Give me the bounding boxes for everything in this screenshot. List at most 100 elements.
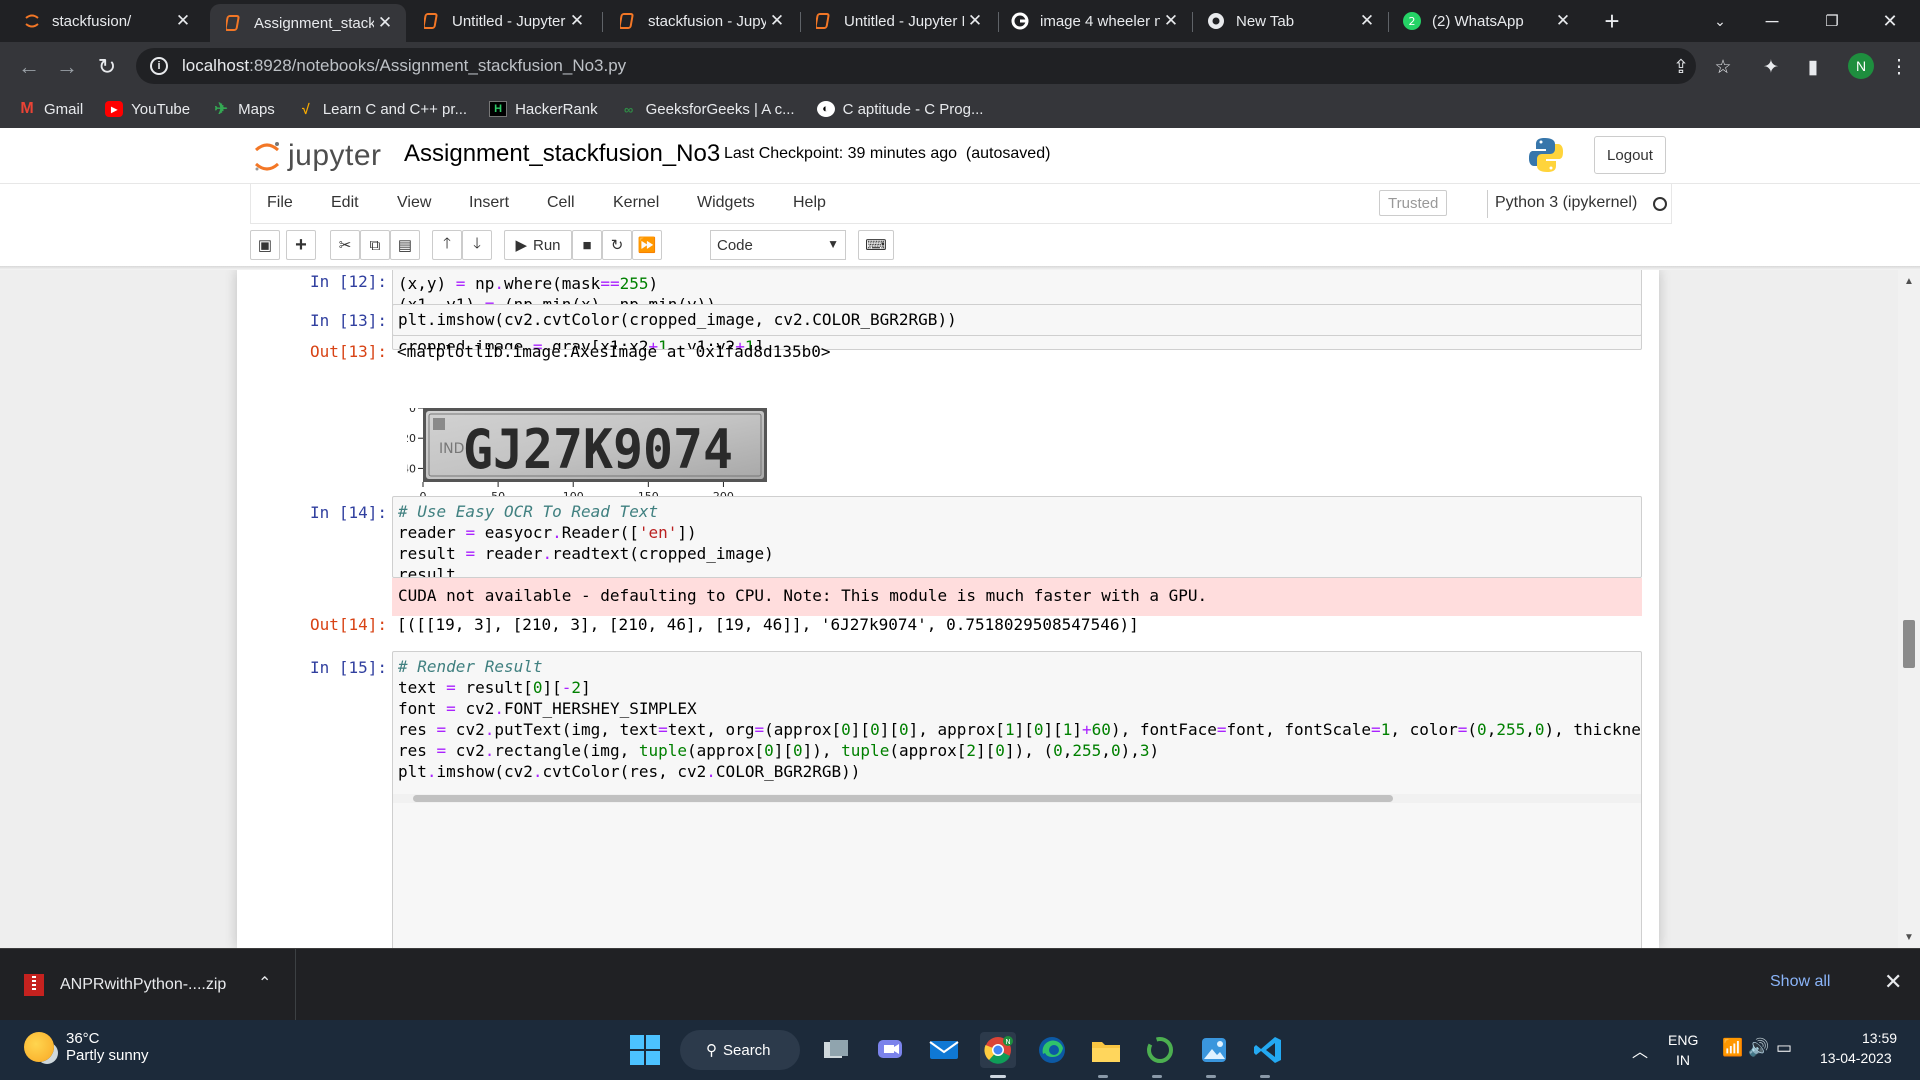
horizontal-scrollbar[interactable] [393,794,1641,803]
jupyter-app-icon[interactable] [1142,1032,1178,1068]
logout-button[interactable]: Logout [1594,136,1666,174]
tab-new-tab[interactable]: New Tab ✕ [1192,0,1388,42]
bookmark-star-icon[interactable]: ☆ [1708,52,1738,82]
move-down-button[interactable]: 🡓 [462,230,492,260]
tab-google-search[interactable]: image 4 wheeler number plate ✕ [996,0,1192,42]
vscode-icon[interactable] [1250,1032,1286,1068]
bookmark-learn-c[interactable]: √ Learn C and C++ pr... [297,101,467,118]
download-item[interactable]: ANPRwithPython-....zip [0,949,296,1021]
address-bar[interactable]: i localhost:8928/notebooks/Assignment_st… [136,48,1696,84]
run-button[interactable]: ▶ Run [504,230,572,260]
mail-icon[interactable] [926,1032,962,1068]
code-editor[interactable]: # Render Result text = result[0][-2] fon… [393,652,1641,786]
language-indicator[interactable]: ENG [1668,1032,1698,1048]
restore-button[interactable]: ❐ [1804,0,1860,42]
code-cell-14[interactable]: # Use Easy OCR To Read Text reader = eas… [392,496,1642,578]
tab-stackfusion-jupyter[interactable]: stackfusion - Jupyter ✕ [604,0,798,42]
tab-stackfusion[interactable]: stackfusion/ ✕ [8,0,204,42]
menu-edit[interactable]: Edit [331,194,359,212]
menu-insert[interactable]: Insert [469,194,509,212]
scroll-up-icon[interactable]: ▲ [1904,276,1914,287]
kernel-name[interactable]: Python 3 (ipykernel) [1495,194,1637,212]
extensions-icon[interactable]: ✦ [1756,52,1786,82]
menu-widgets[interactable]: Widgets [697,194,755,212]
close-icon[interactable]: ✕ [1160,11,1182,31]
page-scrollbar[interactable]: ▲ ▼ [1898,270,1920,948]
interrupt-button[interactable]: ■ [572,230,602,260]
bookmark-c-aptitude[interactable]: ◐ C aptitude - C Prog... [816,101,983,118]
tab-search-button[interactable]: ⌄ [1692,0,1748,42]
new-tab-button[interactable]: + [1584,0,1640,42]
chevron-up-icon[interactable]: ︿ [1632,1038,1648,1062]
menu-icon[interactable]: ⋮ [1884,52,1914,82]
share-icon[interactable]: ⇪ [1666,52,1696,82]
save-button[interactable]: ▣ [250,230,280,260]
tab-assignment[interactable]: Assignment_stackfusion_No3 ✕ [210,4,406,42]
info-icon[interactable]: i [150,57,168,75]
code-cell-15[interactable]: # Render Result text = result[0][-2] fon… [392,651,1642,948]
close-icon[interactable]: ✕ [766,11,788,31]
volume-icon[interactable]: 🔊 [1748,1038,1769,1058]
taskbar-search[interactable]: ⚲ Search [680,1030,800,1070]
command-palette-button[interactable]: ⌨ [858,230,894,260]
chrome-taskbar-icon[interactable]: N [980,1032,1016,1068]
task-view-icon[interactable] [818,1032,854,1068]
restart-run-all-button[interactable]: ⏩ [632,230,662,260]
trusted-indicator[interactable]: Trusted [1379,190,1448,216]
clock-time[interactable]: 13:59 [1862,1030,1897,1046]
start-button[interactable] [630,1035,660,1065]
insert-cell-button[interactable]: + [286,230,316,260]
side-panel-icon[interactable]: ▮ [1798,52,1828,82]
show-all-downloads-link[interactable]: Show all [1770,973,1830,991]
bookmark-youtube[interactable]: ▶ YouTube [105,101,190,118]
menu-cell[interactable]: Cell [547,194,575,212]
close-icon[interactable]: ✕ [172,11,194,31]
close-icon[interactable]: ✕ [1356,11,1378,31]
bookmark-geeksforgeeks[interactable]: ∞ GeeksforGeeks | A c... [620,101,795,118]
bookmark-hackerrank[interactable]: H HackerRank [489,101,598,118]
menu-view[interactable]: View [397,194,431,212]
minimize-button[interactable]: ─ [1744,0,1800,42]
close-icon[interactable]: ✕ [1552,11,1574,31]
cut-button[interactable]: ✂ [330,230,360,260]
code-editor[interactable]: plt.imshow(cv2.cvtColor(cropped_image, c… [393,305,1641,334]
close-icon[interactable]: ✕ [964,11,986,31]
chevron-up-icon[interactable]: ⌃ [258,973,271,993]
move-up-button[interactable]: 🡑 [432,230,462,260]
weather-widget[interactable]: 36°C Partly sunny [24,1030,149,1064]
close-window-button[interactable]: ✕ [1862,0,1918,42]
restart-button[interactable]: ↻ [602,230,632,260]
code-cell-13[interactable]: plt.imshow(cv2.cvtColor(cropped_image, c… [392,304,1642,336]
back-button[interactable]: ← [14,52,44,82]
tab-untitled-2[interactable]: Untitled - Jupyter Notebook ✕ [800,0,996,42]
cell-type-select[interactable]: Code ▼ [710,230,846,260]
reload-button[interactable]: ↻ [92,52,122,82]
copy-button[interactable]: ⧉ [360,230,390,260]
scrollbar-thumb[interactable] [1903,620,1915,668]
scrollbar-thumb[interactable] [413,795,1393,802]
tab-untitled-1[interactable]: Untitled - Jupyter Notebook ✕ [408,0,598,42]
wifi-icon[interactable]: 📶 [1722,1038,1743,1058]
profile-avatar[interactable]: N [1848,53,1874,79]
close-icon[interactable]: ✕ [1884,969,1902,995]
menu-help[interactable]: Help [793,194,826,212]
tab-whatsapp[interactable]: 2 (2) WhatsApp ✕ [1388,0,1584,42]
edge-icon[interactable] [1034,1032,1070,1068]
paste-button[interactable]: ▤ [390,230,420,260]
photos-icon[interactable] [1196,1032,1232,1068]
bookmark-maps[interactable]: ✈ Maps [212,101,274,119]
teams-chat-icon[interactable] [872,1032,908,1068]
scroll-down-icon[interactable]: ▼ [1904,932,1914,943]
forward-button[interactable]: → [52,52,82,82]
clock-date[interactable]: 13-04-2023 [1820,1050,1892,1066]
menu-kernel[interactable]: Kernel [613,194,659,212]
notebook-title[interactable]: Assignment_stackfusion_No3 [404,140,720,168]
close-icon[interactable]: ✕ [374,13,396,33]
file-explorer-icon[interactable] [1088,1032,1124,1068]
jupyter-logo[interactable]: jupyter [252,138,382,174]
menu-file[interactable]: File [267,194,293,212]
code-editor[interactable]: # Use Easy OCR To Read Text reader = eas… [393,497,1641,577]
bookmark-gmail[interactable]: M Gmail [18,100,83,118]
battery-icon[interactable]: ▭ [1776,1038,1792,1058]
close-icon[interactable]: ✕ [566,11,588,31]
